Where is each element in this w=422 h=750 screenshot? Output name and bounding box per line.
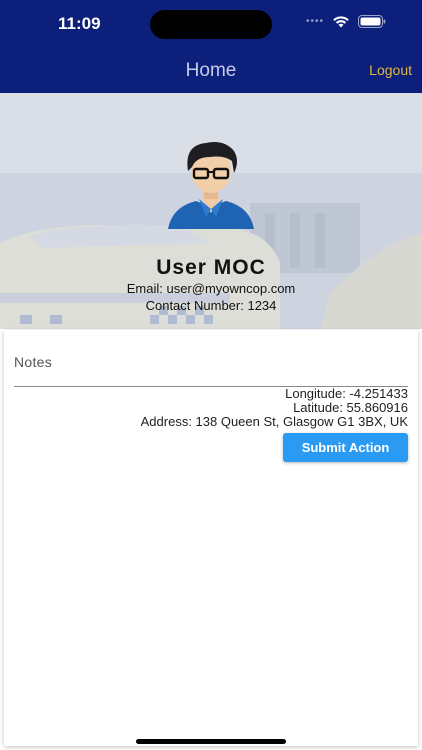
- action-form-card: Notes Longitude: -4.251433 Latitude: 55.…: [4, 330, 418, 746]
- user-contact-number: Contact Number: 1234: [145, 298, 277, 313]
- avatar-icon: [168, 142, 254, 229]
- address-text: Address: 138 Queen St, Glasgow G1 3BX, U…: [140, 414, 408, 429]
- app-bar: 11:09 •••• Home Logout: [0, 0, 422, 93]
- latitude-text: Latitude: 55.860916: [293, 400, 408, 415]
- status-time: 11:09: [58, 14, 101, 33]
- wifi-icon: [333, 16, 349, 28]
- dynamic-island: [150, 10, 272, 39]
- battery-icon: [358, 15, 386, 28]
- user-name: User MOC: [156, 256, 266, 279]
- notes-input[interactable]: [14, 348, 408, 386]
- user-email: Email: user@myowncop.com: [126, 281, 296, 296]
- status-icons: ••••: [306, 15, 386, 28]
- home-indicator[interactable]: [136, 739, 286, 744]
- submit-action-button[interactable]: Submit Action: [283, 433, 408, 462]
- profile-banner: User MOC Email: user@myowncop.com Contac…: [0, 93, 422, 329]
- signal-icon: ••••: [305, 16, 324, 27]
- logout-button[interactable]: Logout: [369, 62, 412, 78]
- longitude-text: Longitude: -4.251433: [285, 386, 408, 401]
- page-title: Home: [185, 60, 237, 81]
